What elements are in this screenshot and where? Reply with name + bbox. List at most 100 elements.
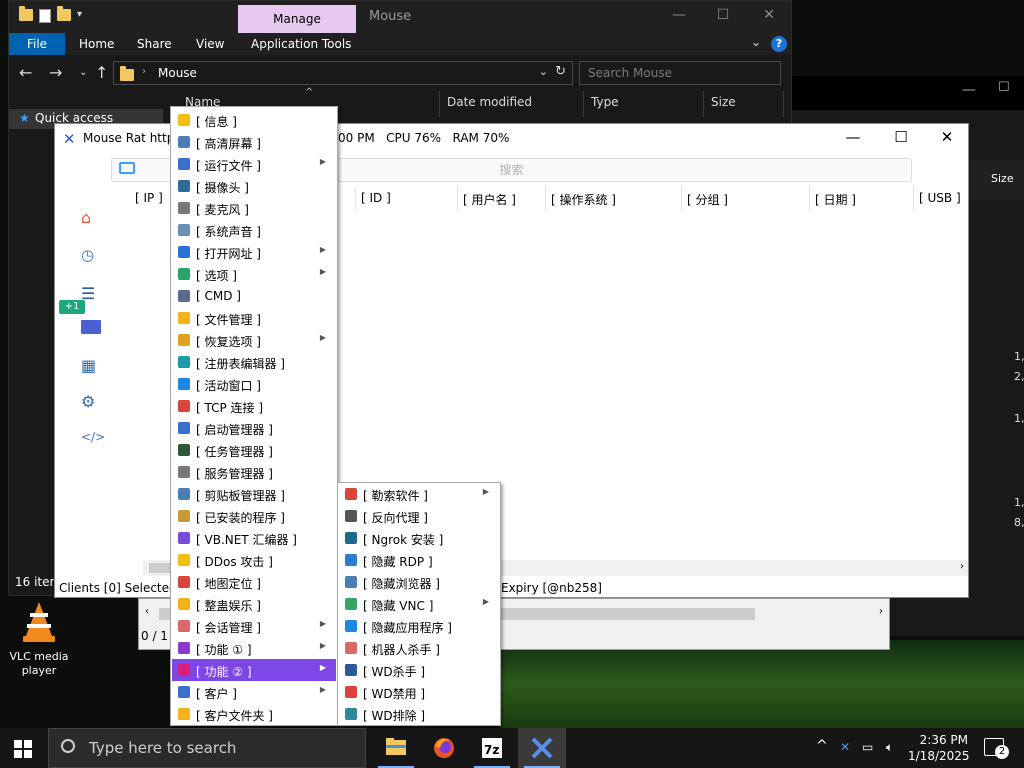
forward-arrow-icon[interactable]: → xyxy=(49,63,62,82)
menu-item[interactable]: [ 客户文件夹 ] xyxy=(172,703,336,725)
minimize-icon[interactable]: — xyxy=(669,7,689,23)
recent-locations-icon[interactable]: ⌄ xyxy=(79,67,87,78)
menu-item[interactable]: [ 功能 ① ] ▶ xyxy=(172,637,336,659)
menu-item[interactable]: [ 机器人杀手 ] xyxy=(339,637,499,659)
maximize-icon[interactable]: ☐ xyxy=(713,7,733,23)
refresh-icon[interactable]: ↻ xyxy=(555,64,566,79)
menu-item[interactable]: [ 运行文件 ] ▶ xyxy=(172,153,336,175)
column-separator[interactable] xyxy=(809,186,810,210)
up-arrow-icon[interactable]: ↑ xyxy=(95,63,108,82)
menu-item[interactable]: [ VB.NET 汇编器 ] xyxy=(172,527,336,549)
menu-item[interactable]: [ 高清屏幕 ] xyxy=(172,131,336,153)
manage-tab[interactable]: Manage xyxy=(238,5,356,33)
menu-item[interactable]: [ 恢复选项 ] ▶ xyxy=(172,329,336,351)
ribbon-share-tab[interactable]: Share xyxy=(137,37,172,51)
column-header-size[interactable]: Size xyxy=(711,95,736,109)
column-separator[interactable] xyxy=(913,186,914,210)
menu-item[interactable]: [ 整蛊娱乐 ] xyxy=(172,593,336,615)
menu-item[interactable]: [ CMD ] xyxy=(172,285,336,307)
column-header-username[interactable]: [ 用户名 ] xyxy=(463,191,516,208)
column-header-usb[interactable]: [ USB ] xyxy=(919,191,961,205)
taskbar-7zip[interactable]: 7z xyxy=(468,728,516,768)
history-icon[interactable]: ◷ xyxy=(81,246,99,264)
ribbon-view-tab[interactable]: View xyxy=(196,37,224,51)
column-separator[interactable] xyxy=(583,91,584,117)
column-separator[interactable] xyxy=(439,91,440,117)
menu-item[interactable]: [ 隐藏浏览器 ] xyxy=(339,571,499,593)
column-separator[interactable] xyxy=(457,186,458,210)
explorer-search-input[interactable]: Search Mouse xyxy=(579,61,781,85)
vlc-desktop-icon[interactable]: VLC media player xyxy=(8,600,70,678)
ribbon-file-tab[interactable]: File xyxy=(9,33,65,55)
network-icon[interactable]: ▭ xyxy=(862,740,873,754)
ribbon-application-tools-tab[interactable]: Application Tools xyxy=(251,37,351,51)
column-separator[interactable] xyxy=(355,186,356,210)
volume-muted-icon[interactable]: 🔈︎ xyxy=(886,740,893,755)
column-separator[interactable] xyxy=(703,91,704,117)
minimize-icon[interactable]: — xyxy=(962,82,976,98)
customize-toolbar-icon[interactable]: ▾ xyxy=(77,9,82,23)
column-header-date-modified[interactable]: Date modified xyxy=(447,95,532,109)
menu-item[interactable]: [ 服务管理器 ] xyxy=(172,461,336,483)
scroll-right-icon[interactable]: › xyxy=(879,606,883,617)
menu-item[interactable]: [ 注册表编辑器 ] xyxy=(172,351,336,373)
column-header-ip[interactable]: [ IP ] xyxy=(135,191,163,205)
menu-item[interactable]: [ 打开网址 ] ▶ xyxy=(172,241,336,263)
menu-item[interactable]: [ 客户 ] ▶ xyxy=(172,681,336,703)
column-header-type[interactable]: Type xyxy=(591,95,619,109)
menu-item[interactable]: [ 功能 ② ] ▶ xyxy=(172,659,336,681)
taskbar-file-explorer[interactable] xyxy=(372,728,420,768)
notification-center-icon[interactable]: 2 xyxy=(984,738,1009,759)
column-header-os[interactable]: [ 操作系统 ] xyxy=(551,191,616,208)
menu-item[interactable]: [ 会话管理 ] ▶ xyxy=(172,615,336,637)
menu-item[interactable]: [ 系统声音 ] xyxy=(172,219,336,241)
minimize-icon[interactable]: — xyxy=(841,128,865,146)
menu-item[interactable]: [ 隐藏应用程序 ] xyxy=(339,615,499,637)
menu-item[interactable]: [ 勒索软件 ] ▶ xyxy=(339,483,499,505)
folder-icon[interactable] xyxy=(19,6,33,21)
menu-item[interactable]: [ 摄像头 ] xyxy=(172,175,336,197)
close-icon[interactable]: ✕ xyxy=(759,7,779,23)
menu-item[interactable]: [ 任务管理器 ] xyxy=(172,439,336,461)
menu-item[interactable]: [ WD杀手 ] xyxy=(339,659,499,681)
maximize-icon[interactable]: ☐ xyxy=(998,80,1010,95)
size-column-header[interactable]: Size xyxy=(968,160,1024,200)
taskbar-search-input[interactable]: Type here to search xyxy=(48,728,366,768)
menu-item[interactable]: [ 麦克风 ] xyxy=(172,197,336,219)
column-separator[interactable] xyxy=(681,186,682,210)
menu-item[interactable]: [ 信息 ] xyxy=(172,109,336,131)
taskbar-clock[interactable]: 2:36 PM 1/18/2025 xyxy=(908,732,970,764)
column-header-group[interactable]: [ 分组 ] xyxy=(687,191,728,208)
tray-rat-icon[interactable]: ✕ xyxy=(840,740,850,754)
chevron-down-icon[interactable]: ⌄ xyxy=(751,35,761,49)
new-folder-icon[interactable] xyxy=(57,6,71,21)
dashboard-icon[interactable]: ▦ xyxy=(81,356,99,375)
settings-icon[interactable]: ⚙ xyxy=(81,392,99,411)
column-header-date[interactable]: [ 日期 ] xyxy=(815,191,856,208)
column-separator[interactable] xyxy=(783,91,784,117)
screen-icon[interactable] xyxy=(81,320,101,334)
close-icon[interactable]: ✕ xyxy=(935,128,959,146)
scroll-right-icon[interactable]: › xyxy=(960,561,964,572)
menu-item[interactable]: [ WD禁用 ] xyxy=(339,681,499,703)
menu-item[interactable]: [ 地图定位 ] xyxy=(172,571,336,593)
help-icon[interactable]: ? xyxy=(771,36,787,52)
menu-item[interactable]: [ 反向代理 ] xyxy=(339,505,499,527)
menu-item[interactable]: [ 文件管理 ] xyxy=(172,307,336,329)
menu-item[interactable]: [ 隐藏 RDP ] xyxy=(339,549,499,571)
code-icon[interactable]: </> xyxy=(81,430,105,448)
menu-item[interactable]: [ 剪贴板管理器 ] xyxy=(172,483,336,505)
menu-item[interactable]: [ TCP 连接 ] xyxy=(172,395,336,417)
menu-item[interactable]: [ WD排除 ] xyxy=(339,703,499,725)
column-separator[interactable] xyxy=(545,186,546,210)
menu-item[interactable]: [ DDos 攻击 ] xyxy=(172,549,336,571)
menu-item[interactable]: [ Ngrok 安装 ] xyxy=(339,527,499,549)
menu-item[interactable]: [ 启动管理器 ] xyxy=(172,417,336,439)
address-bar[interactable]: › Mouse ⌄ ↻ xyxy=(113,61,573,85)
taskbar-firefox[interactable] xyxy=(420,728,468,768)
windows-start-icon[interactable] xyxy=(14,740,32,758)
column-header-id[interactable]: [ ID ] xyxy=(361,191,391,205)
taskbar-mouse-rat[interactable] xyxy=(518,728,566,768)
show-hidden-icons[interactable]: ^ xyxy=(816,738,828,754)
properties-icon[interactable] xyxy=(39,9,51,23)
